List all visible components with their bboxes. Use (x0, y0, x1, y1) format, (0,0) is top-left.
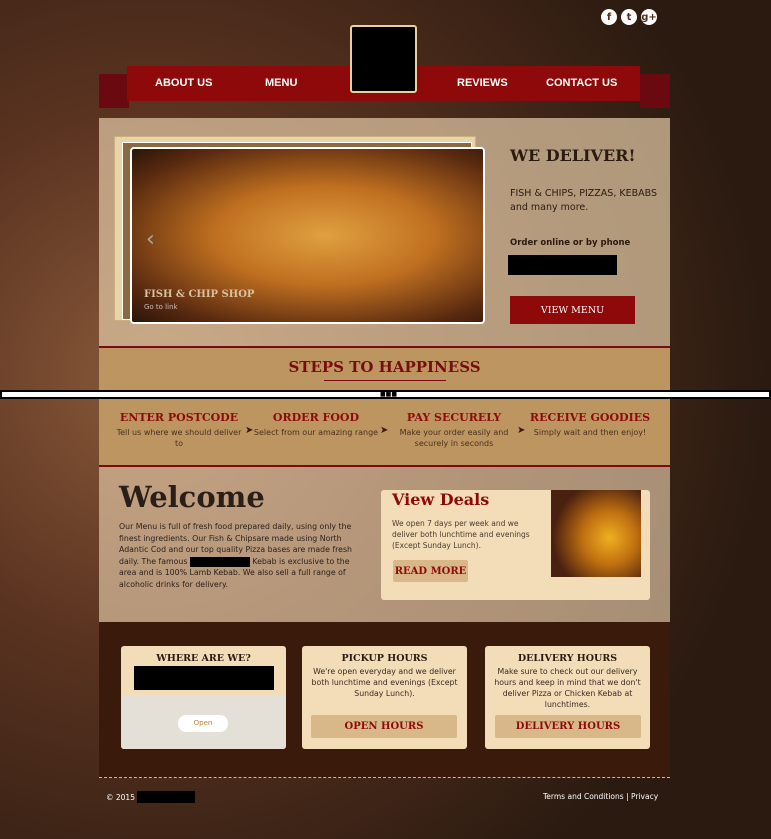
step-item: PAY SECURELY Make your order easily and s… (389, 411, 519, 449)
nav-contact-us[interactable]: CONTACT US (546, 77, 617, 89)
step-text: Tell us where we should deliver to (116, 428, 242, 448)
steps-header: STEPS TO HAPPINESS (99, 346, 670, 396)
google-plus-icon[interactable]: g+ (641, 9, 657, 25)
title-underline (323, 380, 446, 381)
horizontal-scrollbar[interactable]: ■■■ (0, 390, 771, 399)
step-title: RECEIVE GOODIES (529, 411, 651, 424)
card-text: We're open everyday and we deliver both … (311, 667, 458, 698)
open-map-button[interactable]: Open (178, 715, 228, 732)
step-item: RECEIVE GOODIES Simply wait and then enjo… (525, 411, 655, 438)
ribbon-right (640, 74, 670, 108)
social-links: f t g+ (601, 9, 657, 25)
facebook-icon[interactable]: f (601, 9, 617, 25)
privacy-link[interactable]: Privacy (631, 792, 658, 801)
delivery-hours-button[interactable]: DELIVERY HOURS (495, 715, 641, 738)
step-title: ENTER POSTCODE (119, 411, 239, 424)
pickup-hours-card: PICKUP HOURS We're open everyday and we … (302, 646, 467, 749)
map[interactable]: Open (121, 695, 286, 749)
steps-title: STEPS TO HAPPINESS (288, 358, 481, 376)
view-menu-button[interactable]: VIEW MENU (510, 296, 635, 324)
terms-link[interactable]: Terms and Conditions (543, 792, 624, 801)
slide-link[interactable]: Go to link (144, 303, 178, 311)
footer-links: Terms and Conditions | Privacy (543, 792, 658, 801)
scroll-grip-icon[interactable]: ■■■ (380, 392, 397, 398)
where-are-we-card: WHERE ARE WE? Open (121, 646, 286, 749)
address-redacted (133, 666, 274, 690)
open-hours-button[interactable]: OPEN HOURS (311, 715, 457, 738)
steps-row: ENTER POSTCODE Tell us where we should de… (99, 399, 670, 467)
twitter-icon[interactable]: t (621, 9, 637, 25)
hero-heading: WE DELIVER! (510, 146, 636, 165)
logo[interactable] (350, 25, 417, 93)
step-item: ORDER FOOD Select from our amazing range (251, 411, 381, 438)
step-text: Select from our amazing range (253, 428, 379, 437)
footer-section: WHERE ARE WE? Open PICKUP HOURS We're op… (99, 622, 670, 778)
separator: | (626, 792, 629, 801)
step-title: ORDER FOOD (272, 411, 360, 424)
ribbon-left (99, 74, 129, 108)
beer-image (551, 490, 641, 577)
step-title: PAY SECURELY (406, 411, 502, 424)
welcome-title: Welcome (119, 480, 265, 514)
nav-menu[interactable]: MENU (265, 77, 297, 89)
order-text: Order online or by phone (510, 238, 631, 248)
hero-subtext: FISH & CHIPS, PIZZAS, KEBABS and many mo… (510, 188, 658, 213)
deals-card: View Deals We open 7 days per week and w… (381, 490, 650, 600)
deals-title: View Deals (392, 490, 490, 509)
chevron-right-icon: ➤ (380, 425, 389, 436)
nav-reviews[interactable]: REVIEWS (457, 77, 508, 89)
step-item: ENTER POSTCODE Tell us where we should de… (114, 411, 244, 449)
welcome-text: Our Menu is full of fresh food prepared … (119, 521, 356, 590)
phone-number-redacted (508, 255, 617, 275)
step-text: Make your order easily and securely in s… (399, 428, 509, 448)
card-title: WHERE ARE WE? (156, 653, 251, 664)
deals-text: We open 7 days per week and we deliver b… (392, 519, 530, 550)
step-text: Simply wait and then enjoy! (533, 428, 647, 437)
nav-about-us[interactable]: ABOUT US (155, 77, 212, 89)
delivery-hours-card: DELIVERY HOURS Make sure to check out ou… (485, 646, 650, 749)
slide-title: FISH & CHIP SHOP (144, 289, 255, 300)
redacted-name (189, 556, 250, 567)
hero-slide-image[interactable]: ‹ FISH & CHIP SHOP Go to link (130, 147, 485, 324)
card-text: Make sure to check out our delivery hour… (494, 667, 641, 709)
chevron-left-icon[interactable]: ‹ (146, 227, 155, 252)
copyright: © 2015 (106, 791, 195, 803)
copyright-text: © 2015 (106, 792, 135, 802)
card-title: DELIVERY HOURS (517, 653, 618, 664)
company-redacted (136, 791, 195, 803)
card-title: PICKUP HOURS (341, 653, 428, 664)
read-more-button[interactable]: READ MORE (393, 560, 468, 582)
